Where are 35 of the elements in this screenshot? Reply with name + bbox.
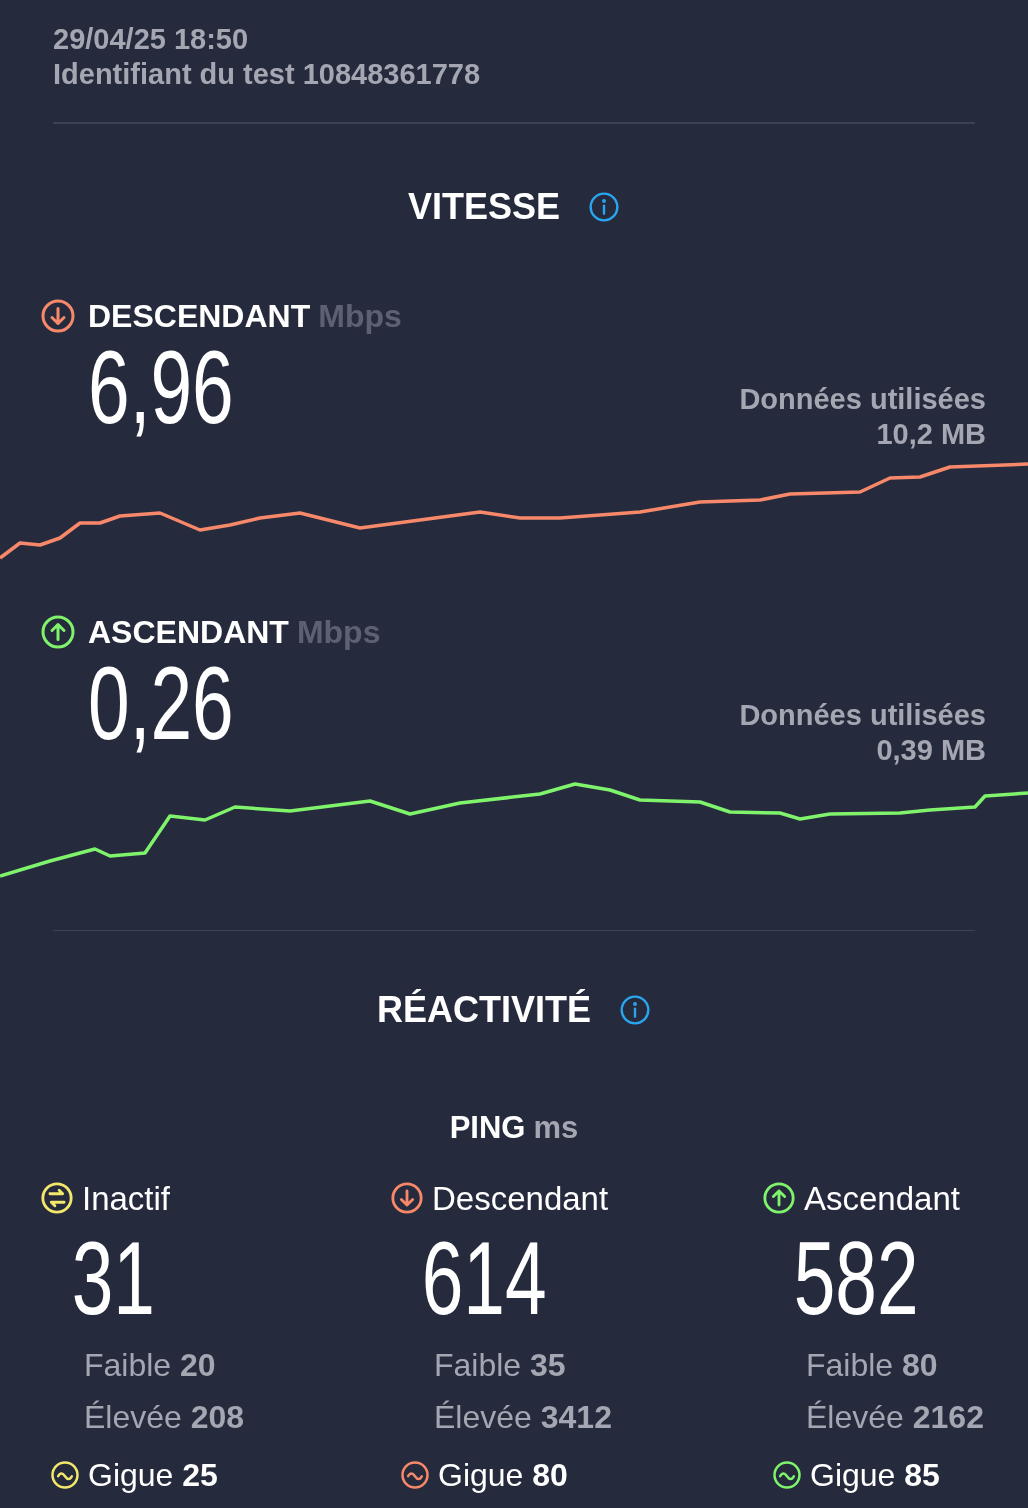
wave-circle-icon [50, 1460, 80, 1490]
data-used-value: 0,39 MB [875, 733, 986, 768]
ping-label: PING [449, 1109, 526, 1147]
low-latency: Faible 35 [433, 1346, 566, 1385]
jitter: Gigue 25 [88, 1456, 218, 1495]
data-used-label: Données utilisées [739, 698, 986, 733]
down-arrow-circle-icon [40, 298, 76, 334]
low-latency: Faible 20 [83, 1346, 216, 1385]
test-date: 29/04/25 18:50 [53, 22, 250, 57]
ping-value: 614 [420, 1223, 548, 1333]
ping-type-label: Inactif [82, 1178, 171, 1219]
data-used-label: Données utilisées [739, 382, 986, 417]
section-title: RÉACTIVITÉ [377, 988, 591, 1032]
up-arrow-circle-icon [762, 1181, 796, 1216]
info-icon[interactable] [619, 994, 651, 1026]
ping-type-label: Descendant [432, 1178, 609, 1219]
data-used-value: 10,2 MB [875, 417, 986, 452]
ping-unit: ms [533, 1109, 579, 1147]
test-id: Identifiant du test 10848361778 [53, 57, 482, 92]
low-latency: Faible 80 [805, 1346, 938, 1385]
swap-arrows-circle-icon [40, 1181, 74, 1216]
info-icon[interactable] [588, 191, 621, 223]
ping-value: 582 [792, 1223, 920, 1333]
ping-type-label: Ascendant [804, 1178, 960, 1219]
high-latency: Élevée 3412 [433, 1398, 612, 1437]
high-latency: Élevée 208 [83, 1398, 245, 1437]
section-title: VITESSE [407, 185, 561, 229]
jitter: Gigue 85 [810, 1456, 940, 1495]
wave-circle-icon [400, 1460, 430, 1490]
ping-value: 31 [70, 1223, 156, 1333]
wave-circle-icon [772, 1460, 802, 1490]
down-arrow-circle-icon [390, 1181, 424, 1216]
high-latency: Élevée 2162 [805, 1398, 984, 1437]
up-arrow-circle-icon [40, 614, 76, 650]
jitter: Gigue 80 [438, 1456, 568, 1495]
